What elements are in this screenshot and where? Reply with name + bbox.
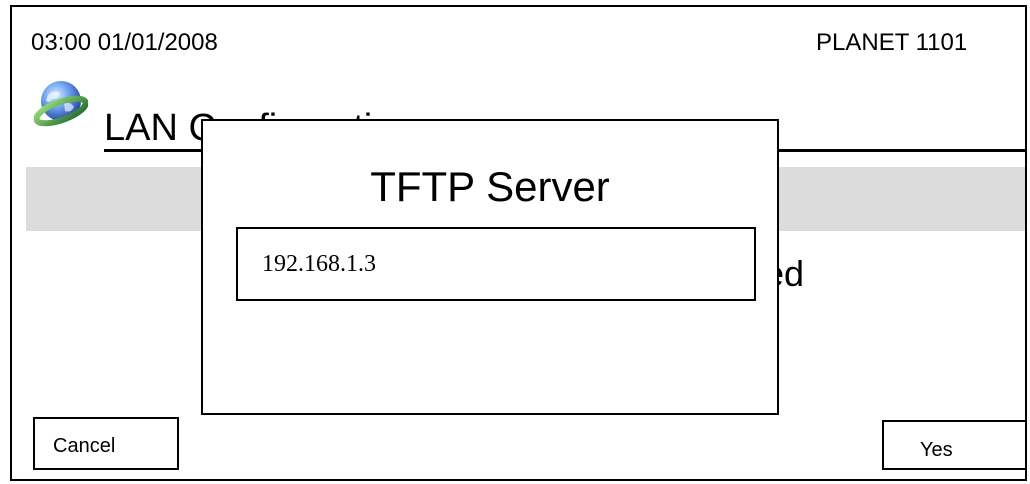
yes-button-label: Yes <box>920 439 953 461</box>
datetime-label: 03:00 01/01/2008 <box>31 29 218 56</box>
yes-button[interactable]: Yes <box>882 420 1025 470</box>
cancel-button-label: Cancel <box>53 435 116 457</box>
dialog-title: TFTP Server <box>370 163 610 210</box>
tftp-server-ip-input[interactable] <box>236 227 756 301</box>
device-screen: 03:00 01/01/2008 PLANET 1101 LAN Configu… <box>10 5 1027 481</box>
cancel-button[interactable]: Cancel <box>33 417 179 470</box>
device-name-label: PLANET 1101 <box>816 29 968 56</box>
globe-icon <box>34 81 88 127</box>
tftp-server-dialog: TFTP Server <box>201 119 779 415</box>
